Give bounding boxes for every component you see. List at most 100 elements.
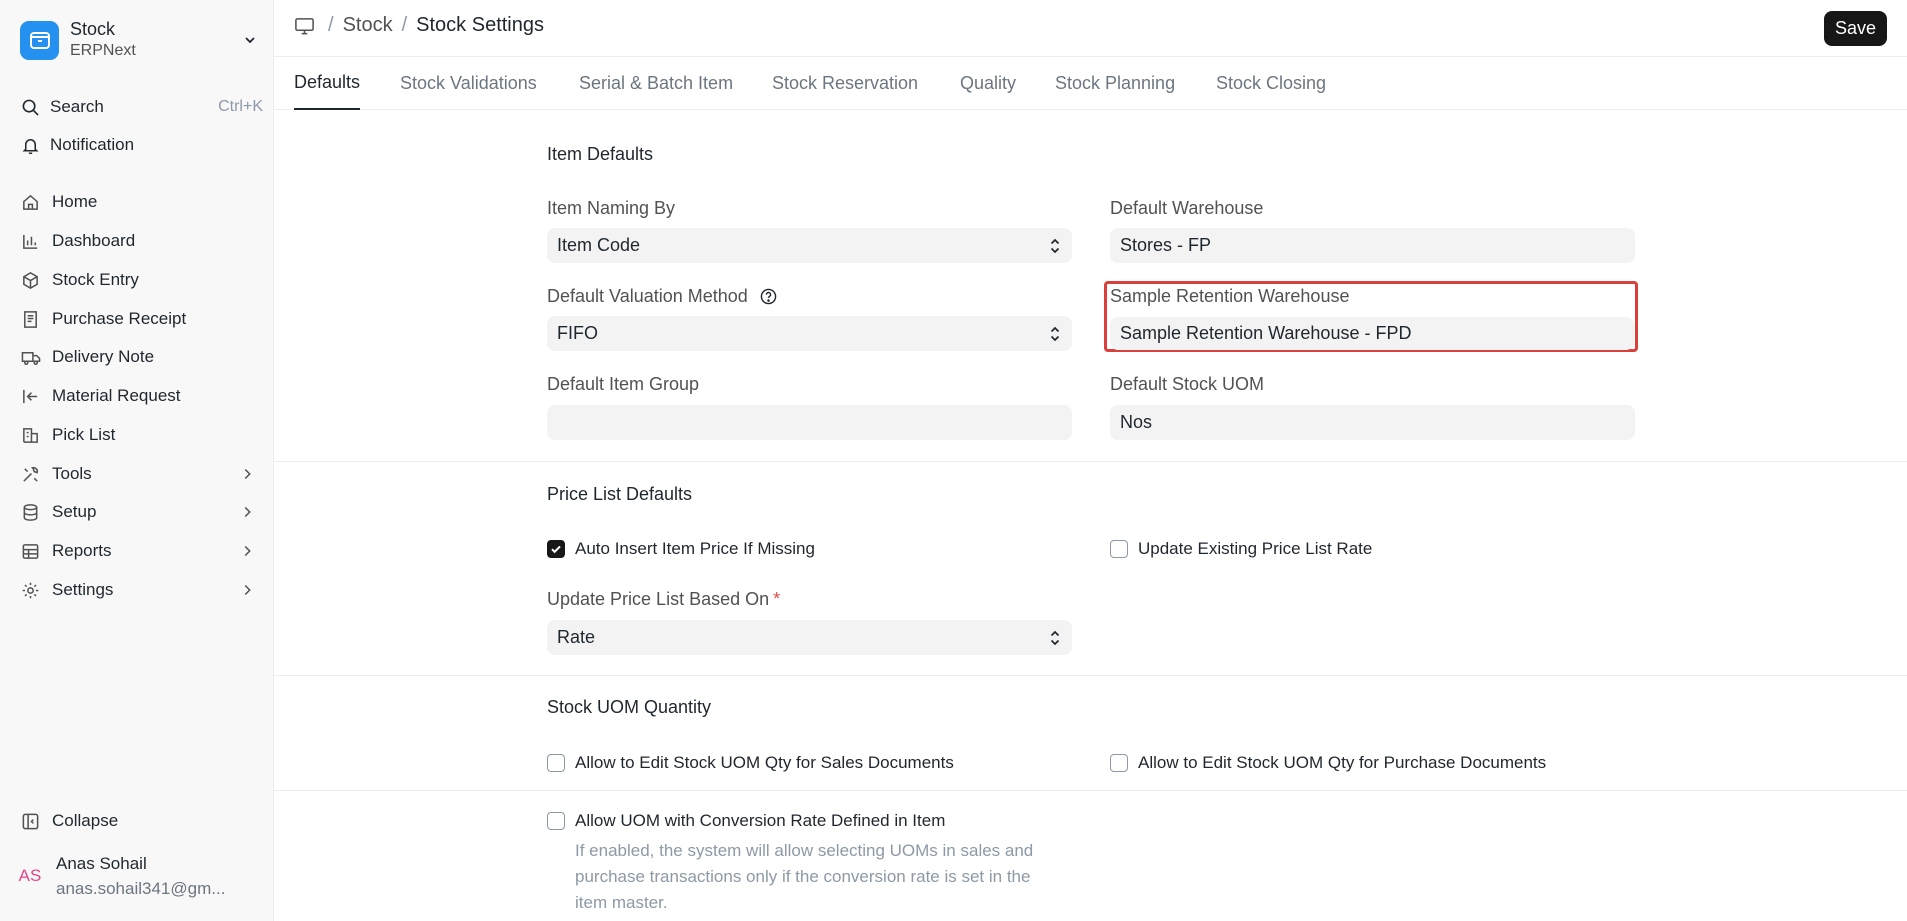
item-naming-by-value: Item Code (557, 235, 641, 255)
update-existing-rate-label: Update Existing Price List Rate (1138, 539, 1373, 558)
sidebar-item-label: Dashboard (52, 231, 136, 250)
price-list-based-on-label-text: Update Price List Based On (547, 589, 770, 609)
select-arrows-icon (1048, 325, 1062, 343)
sidebar-item-reports[interactable]: Reports (20, 536, 256, 566)
item-naming-by-label: Item Naming By (547, 198, 676, 218)
edit-uom-qty-sales-checkbox[interactable]: Allow to Edit Stock UOM Qty for Sales Do… (547, 753, 954, 773)
user-email: anas.sohail341@gm... (56, 879, 226, 898)
sidebar-item-label: Reports (52, 541, 112, 560)
edit-uom-qty-sales-label: Allow to Edit Stock UOM Qty for Sales Do… (575, 753, 954, 772)
chevron-right-icon[interactable] (238, 503, 256, 521)
stock-uom-field[interactable]: Nos (1110, 405, 1635, 440)
stock-uom-label: Default Stock UOM (1110, 374, 1265, 394)
user-name: Anas Sohail (56, 854, 147, 873)
sidebar-item-material-request[interactable]: Material Request (20, 381, 256, 411)
sidebar-item-label: Setup (52, 502, 97, 521)
home-icon (20, 192, 41, 213)
sidebar-item-label: Purchase Receipt (52, 309, 187, 328)
app-subtitle: ERPNext (70, 42, 136, 59)
notification-label: Notification (50, 135, 135, 154)
uom-conversion-checkbox[interactable]: Allow UOM with Conversion Rate Defined i… (547, 811, 945, 831)
collapse-label: Collapse (52, 811, 119, 830)
sidebar-item-dashboard[interactable]: Dashboard (20, 226, 256, 256)
section-divider (274, 790, 1907, 791)
sidebar-item-label: Settings (52, 580, 114, 599)
default-warehouse-field[interactable]: Stores - FP (1110, 228, 1635, 263)
uom-conversion-label: Allow UOM with Conversion Rate Defined i… (575, 811, 946, 830)
chevron-down-icon[interactable] (240, 30, 260, 55)
sidebar-item-label: Pick List (52, 425, 116, 444)
sidebar-item-purchase-receipt[interactable]: Purchase Receipt (20, 304, 256, 334)
price-list-based-on-value: Rate (557, 627, 596, 647)
valuation-method-select[interactable]: FIFO (547, 316, 1072, 351)
update-existing-rate-checkbox[interactable]: Update Existing Price List Rate (1110, 539, 1372, 559)
search-button[interactable]: Search Ctrl+K (20, 93, 263, 121)
sidebar-item-label: Material Request (52, 386, 181, 405)
save-button[interactable]: Save (1823, 11, 1887, 46)
checkbox-unchecked[interactable] (1110, 540, 1128, 558)
sidebar-item-home[interactable]: Home (20, 187, 256, 217)
help-circle-icon[interactable] (760, 288, 777, 305)
sidebar-item-tools[interactable]: Tools (20, 459, 256, 489)
tab-stock-reservation[interactable]: Stock Reservation (772, 57, 918, 110)
checkbox-unchecked[interactable] (547, 754, 565, 772)
valuation-method-label-text: Default Valuation Method (547, 286, 748, 306)
checkbox-unchecked[interactable] (1110, 754, 1128, 772)
tab-stock-closing[interactable]: Stock Closing (1216, 57, 1326, 110)
sidebar-item-settings[interactable]: Settings (20, 575, 256, 605)
notification-button[interactable]: Notification (20, 131, 263, 159)
select-arrows-icon (1048, 237, 1062, 255)
select-arrows-icon (1048, 629, 1062, 647)
sample-retention-field[interactable]: Sample Retention Warehouse - FPD (1110, 317, 1634, 350)
edit-uom-qty-purchase-label: Allow to Edit Stock UOM Qty for Purchase… (1138, 753, 1547, 772)
sidebar-item-pick-list[interactable]: Pick List (20, 420, 256, 450)
sidebar-item-label: Home (52, 192, 98, 211)
checkbox-unchecked[interactable] (547, 812, 565, 830)
chevron-right-icon[interactable] (238, 465, 256, 483)
valuation-method-value: FIFO (557, 323, 598, 343)
sidebar-item-delivery-note[interactable]: Delivery Note (20, 342, 256, 372)
user-menu[interactable]: AS Anas Sohail anas.sohail341@gm... (14, 851, 264, 901)
tab-stock-validations[interactable]: Stock Validations (400, 57, 537, 110)
section-title-item-defaults: Item Defaults (547, 144, 654, 164)
item-group-label: Default Item Group (547, 374, 700, 394)
tools-icon (20, 464, 41, 485)
price-list-based-on-select[interactable]: Rate (547, 620, 1072, 655)
tab-stock-planning[interactable]: Stock Planning (1055, 57, 1175, 110)
search-shortcut: Ctrl+K (218, 98, 263, 115)
sidebar-item-label: Tools (52, 464, 92, 483)
uom-conversion-help: If enabled, the system will allow select… (575, 841, 1034, 912)
arrow-left-bar-icon (20, 386, 41, 407)
chevron-right-icon[interactable] (238, 542, 256, 560)
valuation-method-label: Default Valuation Method (547, 286, 777, 307)
checkbox-checked[interactable] (547, 540, 565, 558)
tab-defaults[interactable]: Defaults (294, 57, 361, 110)
edit-uom-qty-purchase-checkbox[interactable]: Allow to Edit Stock UOM Qty for Purchase… (1110, 753, 1546, 773)
sample-retention-label: Sample Retention Warehouse (1110, 286, 1350, 306)
collapse-button[interactable]: Collapse (20, 806, 256, 836)
sidebar-item-stock-entry[interactable]: Stock Entry (20, 265, 256, 295)
tab-serial-batch-item[interactable]: Serial & Batch Item (579, 57, 733, 110)
truck-icon (20, 347, 41, 368)
item-group-field[interactable] (547, 405, 1072, 440)
breadcrumb-separator: / (328, 14, 334, 36)
breadcrumb: / Stock / Stock Settings (294, 14, 544, 37)
section-title-stock-uom-qty: Stock UOM Quantity (547, 697, 712, 717)
price-list-based-on-label: Update Price List Based On * (547, 589, 780, 610)
breadcrumb-stock[interactable]: Stock (343, 14, 393, 37)
auto-insert-price-checkbox[interactable]: Auto Insert Item Price If Missing (547, 539, 815, 559)
required-mark: * (773, 589, 781, 609)
database-icon (20, 502, 41, 523)
table-icon (20, 541, 41, 562)
sidebar-item-label: Delivery Note (52, 347, 155, 366)
auto-insert-price-label: Auto Insert Item Price If Missing (575, 539, 815, 558)
cube-icon (20, 270, 41, 291)
pick-list-icon (20, 425, 41, 446)
app-switcher[interactable]: Stock ERPNext (20, 17, 260, 63)
sidebar-item-setup[interactable]: Setup (20, 497, 256, 527)
desktop-icon[interactable] (294, 16, 315, 36)
tab-quality[interactable]: Quality (960, 57, 1016, 110)
chevron-right-icon[interactable] (238, 581, 256, 599)
item-naming-by-select[interactable]: Item Code (547, 228, 1072, 263)
search-icon (20, 97, 40, 117)
